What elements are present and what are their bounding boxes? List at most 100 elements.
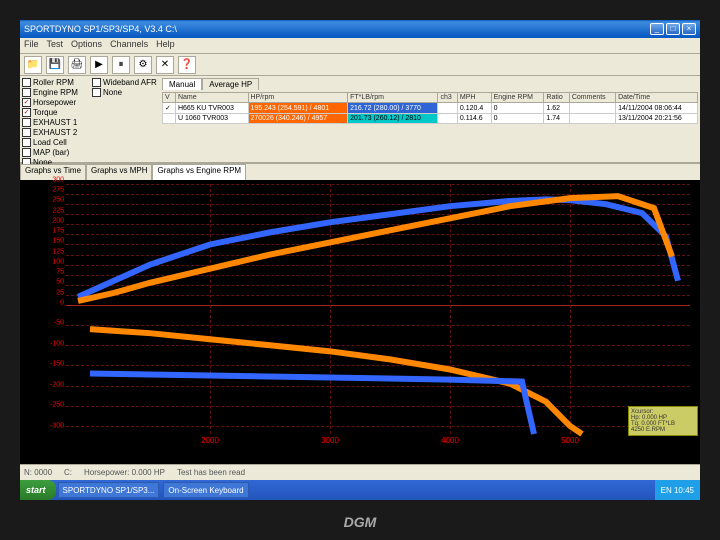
check-item[interactable]: Wideband AFR bbox=[92, 78, 158, 87]
runs-table: VNameHP/rpmFT*LB/rpmch3MPHEngine RPMRati… bbox=[162, 92, 698, 124]
minimize-button[interactable]: _ bbox=[650, 23, 664, 35]
check-label: Torque bbox=[33, 108, 57, 117]
toolbar-icon[interactable]: ❓ bbox=[178, 56, 196, 74]
y-tick-label: 175 bbox=[52, 228, 64, 235]
menu-help[interactable]: Help bbox=[156, 39, 175, 52]
check-item[interactable]: EXHAUST 2 bbox=[22, 128, 88, 137]
y-tick-label: -50 bbox=[54, 320, 64, 327]
tab-average-hp[interactable]: Average HP bbox=[202, 78, 259, 90]
checkbox-icon bbox=[22, 108, 31, 117]
y-tick-label: 150 bbox=[52, 238, 64, 245]
check-item[interactable]: Torque bbox=[22, 108, 88, 117]
status-item: Horsepower: 0.000 HP bbox=[84, 468, 165, 477]
toolbar: 📁 💾 🖨 ▶ ⏸ ⚙ ✕ ❓ bbox=[20, 54, 700, 76]
check-item[interactable]: Horsepower bbox=[22, 98, 88, 107]
toolbar-icon[interactable]: ⏸ bbox=[112, 56, 130, 74]
tab-graphs-mph[interactable]: Graphs vs MPH bbox=[86, 164, 152, 180]
toolbar-icon[interactable]: ⚙ bbox=[134, 56, 152, 74]
taskbar-item[interactable]: On-Screen Keyboard bbox=[163, 482, 248, 498]
column-header[interactable]: Name bbox=[175, 93, 248, 103]
y-tick-label: -250 bbox=[50, 402, 64, 409]
y-tick-label: -100 bbox=[50, 340, 64, 347]
check-item[interactable]: Load Cell bbox=[22, 138, 88, 147]
column-header[interactable]: ch3 bbox=[438, 93, 457, 103]
column-header[interactable]: FT*LB/rpm bbox=[348, 93, 438, 103]
y-tick-label: -150 bbox=[50, 361, 64, 368]
check-item[interactable] bbox=[92, 128, 158, 137]
toolbar-icon[interactable]: 📁 bbox=[24, 56, 42, 74]
check-item[interactable] bbox=[92, 118, 158, 127]
monitor-brand-logo: DGM bbox=[344, 514, 377, 530]
check-label: Horsepower bbox=[33, 98, 76, 107]
system-tray[interactable]: EN 10:45 bbox=[655, 480, 700, 500]
check-item[interactable]: EXHAUST 1 bbox=[22, 118, 88, 127]
menu-bar: File Test Options Channels Help bbox=[20, 38, 700, 54]
checkbox-icon bbox=[22, 78, 31, 87]
check-label: Load Cell bbox=[33, 138, 67, 147]
check-item[interactable] bbox=[92, 108, 158, 117]
toolbar-icon[interactable]: ▶ bbox=[90, 56, 108, 74]
y-tick-label: 250 bbox=[52, 197, 64, 204]
check-item[interactable] bbox=[92, 148, 158, 157]
check-item[interactable]: Engine RPM bbox=[22, 88, 88, 97]
channel-checklist: Roller RPM Wideband AFR Engine RPM None Hors… bbox=[20, 76, 160, 162]
menu-file[interactable]: File bbox=[24, 39, 39, 52]
x-tick-label: 4000 bbox=[441, 436, 459, 445]
start-button[interactable]: start bbox=[20, 480, 56, 500]
y-tick-label: 225 bbox=[52, 207, 64, 214]
y-tick-label: 50 bbox=[56, 279, 64, 286]
check-item[interactable]: MAP (bar) bbox=[22, 148, 88, 157]
checkbox-icon bbox=[22, 128, 31, 137]
chart-legend: Xcursor:Hp: 0.000 HPTq: 0.000 FT*LB4250 … bbox=[628, 406, 698, 436]
y-tick-label: 200 bbox=[52, 217, 64, 224]
checkbox-icon bbox=[22, 98, 31, 107]
check-label: None bbox=[103, 88, 122, 97]
column-header[interactable]: Date/Time bbox=[616, 93, 698, 103]
checkbox-icon bbox=[22, 138, 31, 147]
menu-test[interactable]: Test bbox=[47, 39, 64, 52]
toolbar-icon[interactable]: 💾 bbox=[46, 56, 64, 74]
check-item[interactable]: None bbox=[92, 88, 158, 97]
column-header[interactable]: MPH bbox=[457, 93, 491, 103]
table-row[interactable]: ✓H665 KU TVR003195.243 (254.591) / 48012… bbox=[163, 103, 698, 114]
check-item[interactable] bbox=[92, 138, 158, 147]
toolbar-icon[interactable]: 🖨 bbox=[68, 56, 86, 74]
dyno-chart: -300-250-200-150-100-5002550751001251501… bbox=[20, 180, 700, 464]
table-row[interactable]: U 1060 TVR003270026 (340.246) / 4957201.… bbox=[163, 114, 698, 124]
status-bar: N: 0000 C: Horsepower: 0.000 HP Test has… bbox=[20, 464, 700, 480]
chart-series bbox=[78, 199, 678, 297]
check-label: EXHAUST 2 bbox=[33, 128, 77, 137]
check-label: EXHAUST 1 bbox=[33, 118, 77, 127]
x-tick-label: 2000 bbox=[201, 436, 219, 445]
column-header[interactable]: V bbox=[163, 93, 176, 103]
y-tick-label: 300 bbox=[52, 177, 64, 184]
window-titlebar: SPORTDYNO SP1/SP3/SP4, V3.4 C:\ _ □ × bbox=[20, 20, 700, 38]
tab-graphs-rpm[interactable]: Graphs vs Engine RPM bbox=[152, 164, 246, 180]
status-item: C: bbox=[64, 468, 72, 477]
legend-line: 4250 E.RPM bbox=[631, 427, 695, 433]
chart-series bbox=[90, 374, 534, 434]
y-tick-label: -200 bbox=[50, 381, 64, 388]
check-item[interactable]: Roller RPM bbox=[22, 78, 88, 87]
close-button[interactable]: × bbox=[682, 23, 696, 35]
y-tick-label: 25 bbox=[56, 289, 64, 296]
column-header[interactable]: HP/rpm bbox=[248, 93, 348, 103]
maximize-button[interactable]: □ bbox=[666, 23, 680, 35]
check-item[interactable] bbox=[92, 98, 158, 107]
status-item: Test has been read bbox=[177, 468, 245, 477]
checkbox-icon bbox=[22, 148, 31, 157]
check-label: MAP (bar) bbox=[33, 148, 69, 157]
toolbar-icon[interactable]: ✕ bbox=[156, 56, 174, 74]
column-header[interactable]: Ratio bbox=[544, 93, 569, 103]
check-label: Roller RPM bbox=[33, 78, 74, 87]
x-tick-label: 5000 bbox=[561, 436, 579, 445]
tab-manual[interactable]: Manual bbox=[162, 78, 202, 90]
menu-channels[interactable]: Channels bbox=[110, 39, 148, 52]
y-tick-label: 0 bbox=[60, 299, 64, 306]
column-header[interactable]: Comments bbox=[569, 93, 615, 103]
taskbar-item[interactable]: SPORTDYNO SP1/SP3... bbox=[58, 482, 160, 498]
column-header[interactable]: Engine RPM bbox=[491, 93, 544, 103]
menu-options[interactable]: Options bbox=[71, 39, 102, 52]
status-item: N: 0000 bbox=[24, 468, 52, 477]
check-label: Engine RPM bbox=[33, 88, 78, 97]
